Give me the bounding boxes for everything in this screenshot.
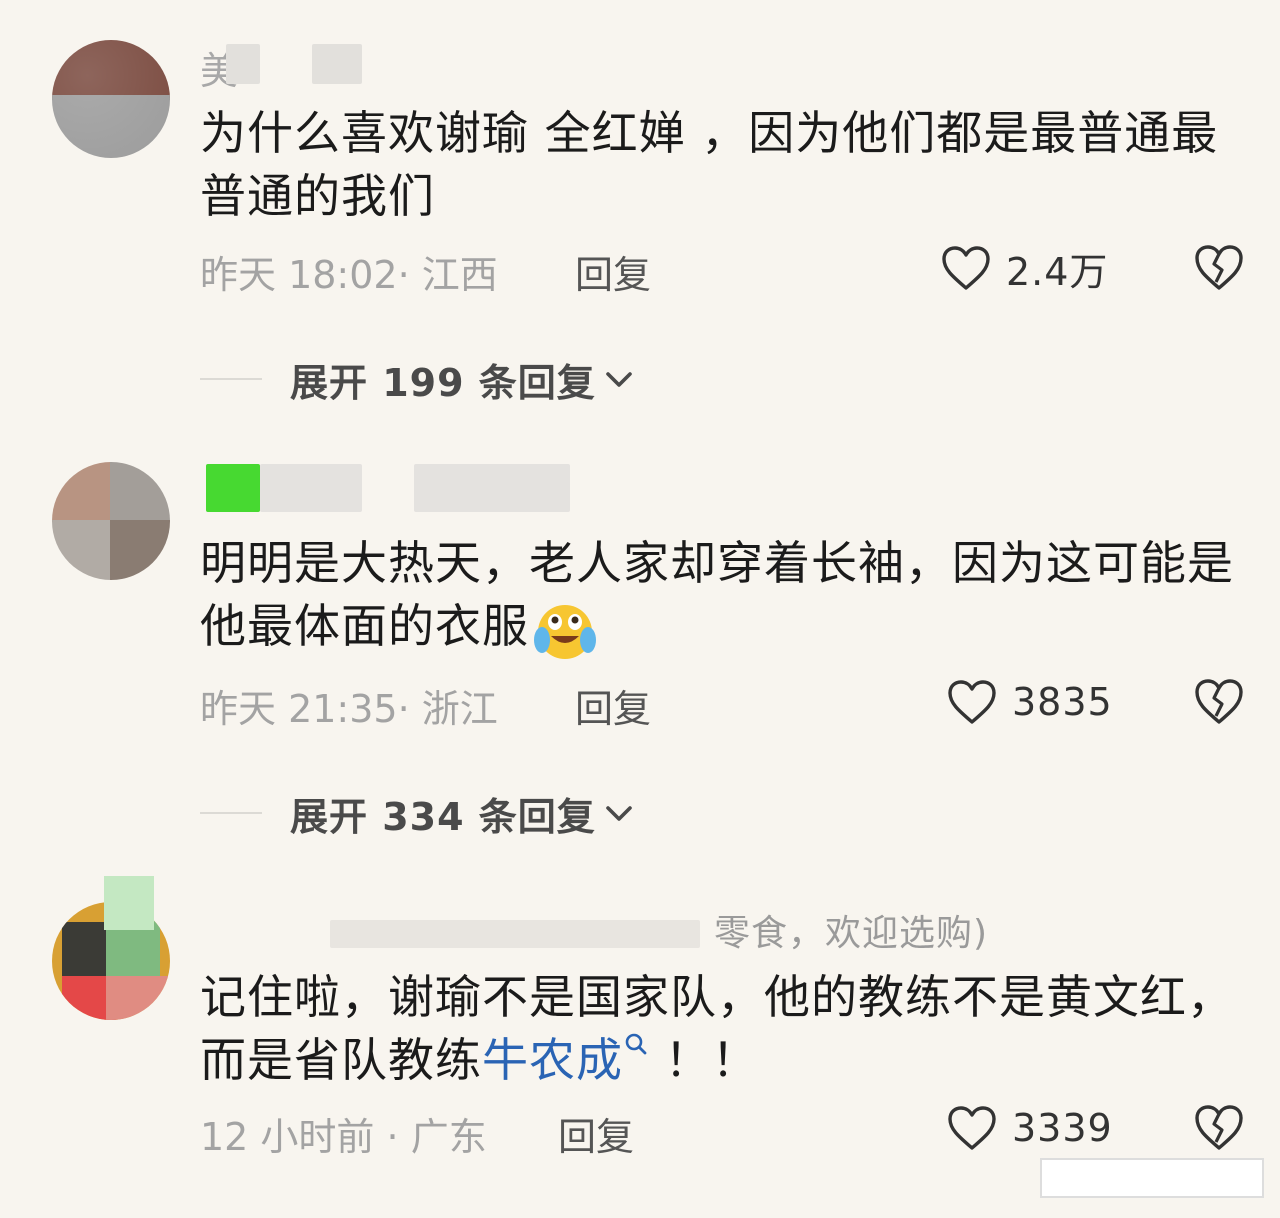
watermark	[1040, 1158, 1264, 1198]
comment-text: 明明是大热天，老人家却穿着长袖，因为这可能是他最体面的衣服	[200, 532, 1240, 660]
comment-time: 12 小时前	[200, 1115, 375, 1159]
username-suffix: 零食，欢迎选购)	[714, 913, 989, 954]
crying-laughing-emoji	[534, 604, 596, 659]
like-button[interactable]: 3835	[946, 674, 1113, 730]
comment-text: 记住啦，谢瑜不是国家队，他的教练不是黄文红，而是省队教练牛农成 ！！	[200, 966, 1240, 1092]
username-blurred[interactable]	[226, 44, 260, 84]
expand-replies-label: 展开 199 条回复	[290, 360, 596, 405]
comment-region: 江西	[421, 253, 498, 297]
comment-meta: 昨天 18:02· 江西	[200, 253, 498, 297]
broken-heart-icon[interactable]	[1192, 242, 1246, 292]
search-link[interactable]: 牛农成	[482, 1033, 623, 1087]
expand-replies-button[interactable]: 展开 334 条回复	[200, 788, 636, 839]
username-blurred[interactable]	[260, 464, 362, 512]
avatar[interactable]	[52, 40, 170, 158]
comment-region: 浙江	[421, 687, 498, 731]
comment-text: 为什么喜欢谢瑜 全红婵 ，因为他们都是最普通最普通的我们	[200, 106, 1219, 223]
comment-time: 昨天 18:02	[200, 253, 398, 297]
search-icon[interactable]	[623, 1031, 649, 1057]
username-blurred[interactable]	[414, 464, 570, 512]
username-blurred[interactable]	[330, 920, 700, 948]
chevron-down-icon	[605, 372, 632, 387]
like-count: 2.4万	[1006, 249, 1109, 294]
comment-time: 昨天 21:35	[200, 687, 398, 731]
comment-meta: 昨天 21:35· 浙江	[200, 687, 498, 731]
like-button[interactable]: 2.4万	[940, 240, 1108, 296]
like-count: 3835	[1012, 680, 1113, 724]
user-badge	[104, 876, 154, 930]
expand-replies-button[interactable]: 展开 199 条回复	[200, 354, 636, 405]
like-count: 3339	[1012, 1106, 1113, 1150]
divider	[200, 812, 262, 814]
expand-replies-label: 展开 334 条回复	[290, 794, 596, 839]
heart-outline-icon	[942, 246, 990, 290]
username-blurred[interactable]	[312, 44, 362, 84]
comment-region: 广东	[410, 1115, 487, 1159]
broken-heart-icon[interactable]	[1192, 1102, 1246, 1152]
reply-button[interactable]: 回复	[558, 1106, 634, 1161]
broken-heart-icon[interactable]	[1192, 676, 1246, 726]
reply-button[interactable]: 回复	[575, 244, 651, 299]
avatar[interactable]	[52, 462, 170, 580]
comment-text-body: 明明是大热天，老人家却穿着长袖，因为这可能是他最体面的衣服	[200, 536, 1234, 653]
comment-meta: 12 小时前 · 广东	[200, 1115, 487, 1159]
chevron-down-icon	[605, 806, 632, 821]
like-button[interactable]: 3339	[946, 1100, 1113, 1156]
divider	[200, 378, 262, 380]
user-badge	[206, 464, 260, 512]
reply-button[interactable]: 回复	[575, 678, 651, 733]
heart-outline-icon	[948, 1106, 996, 1150]
heart-outline-icon	[948, 680, 996, 724]
comment-text-tail: ！！	[649, 1033, 759, 1087]
